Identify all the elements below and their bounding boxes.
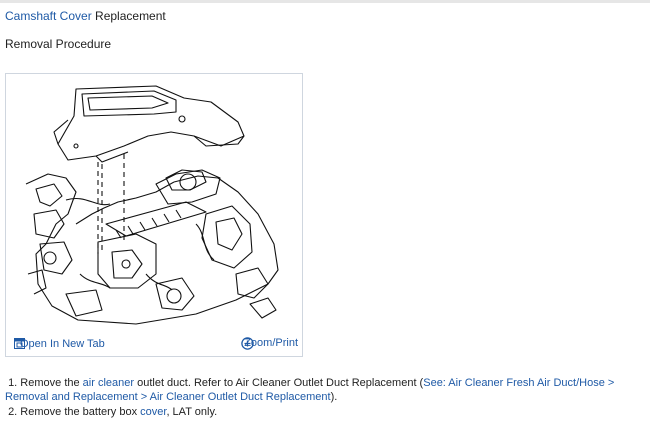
step-2: 2. Remove the battery box cover, LAT onl… (5, 405, 645, 419)
figure-toolbar: Open In New Tab Zoom/Print (6, 334, 302, 356)
page-title: Camshaft Cover Replacement (5, 9, 166, 23)
step-1-text-a: Remove the (20, 377, 83, 389)
section-subtitle: Removal Procedure (5, 37, 112, 51)
step-2-number: 2. (8, 406, 21, 418)
cover-link[interactable]: cover (140, 406, 166, 418)
zoom-print-button[interactable]: Zoom/Print (241, 337, 298, 350)
title-suffix: Replacement (91, 9, 166, 23)
step-1-text-b: outlet duct. Refer to Air Cleaner Outlet… (134, 377, 424, 389)
procedure-figure: Open In New Tab Zoom/Print (5, 73, 303, 357)
camshaft-cover-link[interactable]: Camshaft Cover (5, 9, 92, 23)
step-1-text-c: ). (330, 391, 338, 403)
open-in-new-tab-button[interactable]: Open In New Tab (14, 338, 105, 350)
step-2-text-a: Remove the battery box (20, 406, 141, 418)
top-divider (0, 0, 650, 3)
step-1: 1. Remove the air cleaner outlet duct. R… (5, 376, 645, 404)
engine-illustration[interactable] (6, 74, 302, 334)
step-1-number: 1. (8, 377, 21, 389)
procedure-steps: 1. Remove the air cleaner outlet duct. R… (5, 376, 645, 420)
air-cleaner-link[interactable]: air cleaner (83, 377, 134, 389)
step-2-text-b: , LAT only. (166, 406, 218, 418)
open-in-new-tab-label: Open In New Tab (20, 338, 105, 350)
